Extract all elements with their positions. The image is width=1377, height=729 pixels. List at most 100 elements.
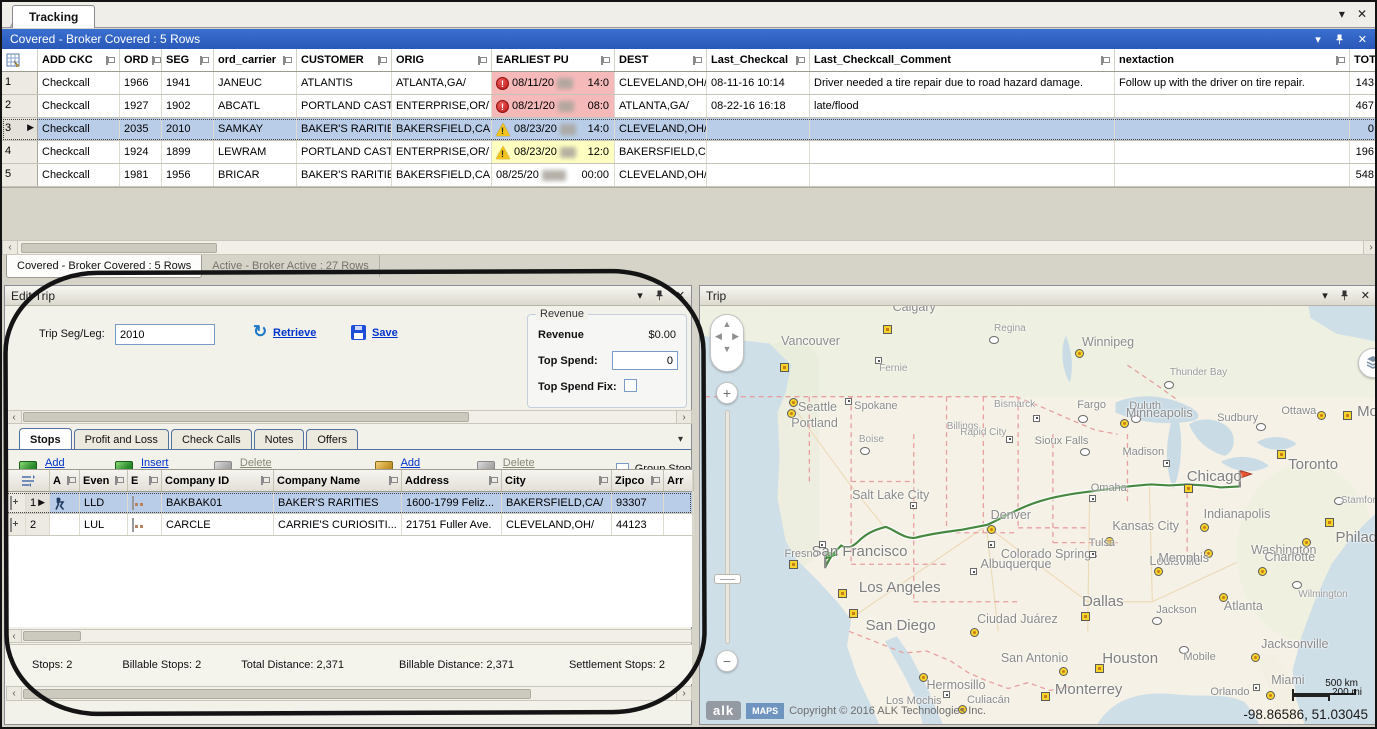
row-header[interactable]: 3▶ [2,118,38,140]
pan-down-icon[interactable]: ▼ [711,344,743,354]
column-pin-icon[interactable] [106,56,115,65]
column-header-city[interactable]: City [502,470,612,491]
column-pin-icon[interactable] [149,476,158,485]
scroll-left-arrow[interactable]: ‹ [3,241,18,254]
column-header-seg[interactable]: SEG [162,49,214,71]
pan-up-icon[interactable]: ▲ [711,319,743,329]
column-header-zipco[interactable]: Zipco [612,470,664,491]
stops-row-2[interactable]: 2 LUL CARCLE CARRIE'S CURIOSITI... 21751… [6,514,692,536]
scroll-left-arrow[interactable]: ‹ [7,411,22,423]
column-pin-icon[interactable] [796,56,805,65]
column-pin-icon[interactable] [1336,56,1345,65]
tab-notes[interactable]: Notes [254,429,305,449]
expand-plus-icon[interactable] [10,496,12,510]
zoom-slider-track[interactable] [725,410,730,644]
tracking-row-4[interactable]: 4 Checkcall 1924 1899 LEWRAM PORTLAND CA… [2,141,1377,164]
scroll-left-arrow[interactable]: ‹ [7,630,22,642]
tab-offers[interactable]: Offers [306,429,358,449]
scroll-thumb[interactable] [21,243,217,253]
column-header-tot[interactable]: TOT [1350,49,1377,71]
zoom-out-button[interactable]: − [716,650,738,672]
pin-icon[interactable] [655,290,664,301]
expand-cell[interactable] [6,492,26,513]
top-spend-fix-checkbox[interactable] [624,379,637,392]
scroll-thumb[interactable] [23,412,469,422]
calendar-icon[interactable] [132,496,134,510]
map-pan-control[interactable]: ▲ ◀ ▶ ▼ [710,314,744,372]
column-header-ord-carrier[interactable]: ord_carrier [214,49,297,71]
column-header-last-checkcall-comment[interactable]: Last_Checkcall_Comment [810,49,1115,71]
stops-customize-button[interactable] [6,470,50,491]
scroll-left-arrow[interactable]: ‹ [7,687,22,700]
retrieve-link[interactable]: Retrieve [273,327,316,339]
chevron-down-icon[interactable]: ▾ [637,289,643,302]
column-pin-icon[interactable] [651,476,660,485]
column-header-nextaction[interactable]: nextaction [1115,49,1350,71]
tab-profit-and-loss[interactable]: Profit and Loss [74,429,169,449]
pin-icon[interactable] [1335,34,1344,45]
column-header-dest[interactable]: DEST [615,49,707,71]
scroll-right-arrow[interactable]: › [1363,241,1377,254]
close-icon[interactable]: ✕ [1358,33,1367,46]
cell-add-ckc[interactable]: Checkcall [38,118,120,140]
expand-cell[interactable] [6,514,26,535]
column-pin-icon[interactable] [478,56,487,65]
column-pin-icon[interactable] [1101,56,1110,65]
scroll-thumb[interactable] [23,689,531,699]
calendar-icon[interactable] [132,518,134,532]
tab-stops[interactable]: Stops [19,428,72,449]
scroll-right-arrow[interactable]: › [676,687,691,700]
column-header-add-ckc[interactable]: ADD CKC [38,49,120,71]
row-header[interactable]: 1 [2,72,38,94]
column-header-ord[interactable]: ORD [120,49,162,71]
zoom-in-button[interactable]: + [716,382,738,404]
tracking-row-3-selected[interactable]: 3▶ Checkcall 2035 2010 SAMKAY BAKER'S RA… [2,118,1377,141]
row-header[interactable]: 2 [2,95,38,117]
column-pin-icon[interactable] [261,476,270,485]
column-header-a[interactable]: A [50,470,80,491]
view-tab-covered[interactable]: Covered - Broker Covered : 5 Rows [6,255,202,278]
cell-add-ckc[interactable]: Checkcall [38,141,120,163]
column-pin-icon[interactable] [115,476,124,485]
column-header-last-checkcal[interactable]: Last_Checkcal [707,49,810,71]
column-pin-icon[interactable] [489,476,498,485]
row-header[interactable]: 4 [2,141,38,163]
pan-left-icon[interactable]: ◀ [715,331,722,342]
top-spend-input[interactable] [612,351,678,370]
column-pin-icon[interactable] [601,56,610,65]
chevron-down-icon[interactable]: ▾ [1322,289,1328,302]
row-header[interactable]: 5 [2,164,38,186]
expand-plus-icon[interactable] [10,518,12,532]
tracking-row-1[interactable]: 1 Checkcall 1966 1941 JANEUC ATLANTIS AT… [2,72,1377,95]
close-icon[interactable]: ✕ [1361,289,1370,302]
column-pin-icon[interactable] [599,476,608,485]
grid-customize-button[interactable] [2,49,38,71]
pin-icon[interactable] [1340,290,1349,301]
close-icon[interactable]: ✕ [676,289,685,302]
column-header-arr[interactable]: Arr [664,470,694,491]
column-header-company-id[interactable]: Company ID [162,470,274,491]
scroll-right-arrow[interactable]: › [676,411,691,423]
column-header-orig[interactable]: ORIG [392,49,492,71]
map-canvas[interactable]: CalgaryVancouverFernieReginaWinnipegThun… [700,306,1376,724]
chevron-down-icon[interactable]: ▾ [1315,33,1321,46]
row-header[interactable]: 1▶ [26,492,50,513]
zoom-slider-handle[interactable] [714,574,741,584]
cell-add-ckc[interactable]: Checkcall [38,72,120,94]
tab-check-calls[interactable]: Check Calls [171,429,252,449]
chevron-down-icon[interactable]: ▾ [1339,7,1345,21]
scroll-thumb[interactable] [23,631,81,641]
column-header-address[interactable]: Address [402,470,502,491]
column-header-e[interactable]: E [128,470,162,491]
stops-row-1-selected[interactable]: 1▶ LLD BAKBAK01 BAKER'S RARITIES 1600-17… [6,492,692,514]
cell-add-ckc[interactable]: Checkcall [38,164,120,186]
tracking-row-5[interactable]: 5 Checkcall 1981 1956 BRICAR BAKER'S RAR… [2,164,1377,187]
tab-tracking[interactable]: Tracking [12,5,95,28]
column-pin-icon[interactable] [693,56,702,65]
column-header-even[interactable]: Even [80,470,128,491]
pan-right-icon[interactable]: ▶ [732,331,739,342]
column-pin-icon[interactable] [389,476,398,485]
chevron-down-icon[interactable]: ▾ [678,434,683,449]
save-link[interactable]: Save [372,327,398,339]
column-pin-icon[interactable] [283,56,292,65]
